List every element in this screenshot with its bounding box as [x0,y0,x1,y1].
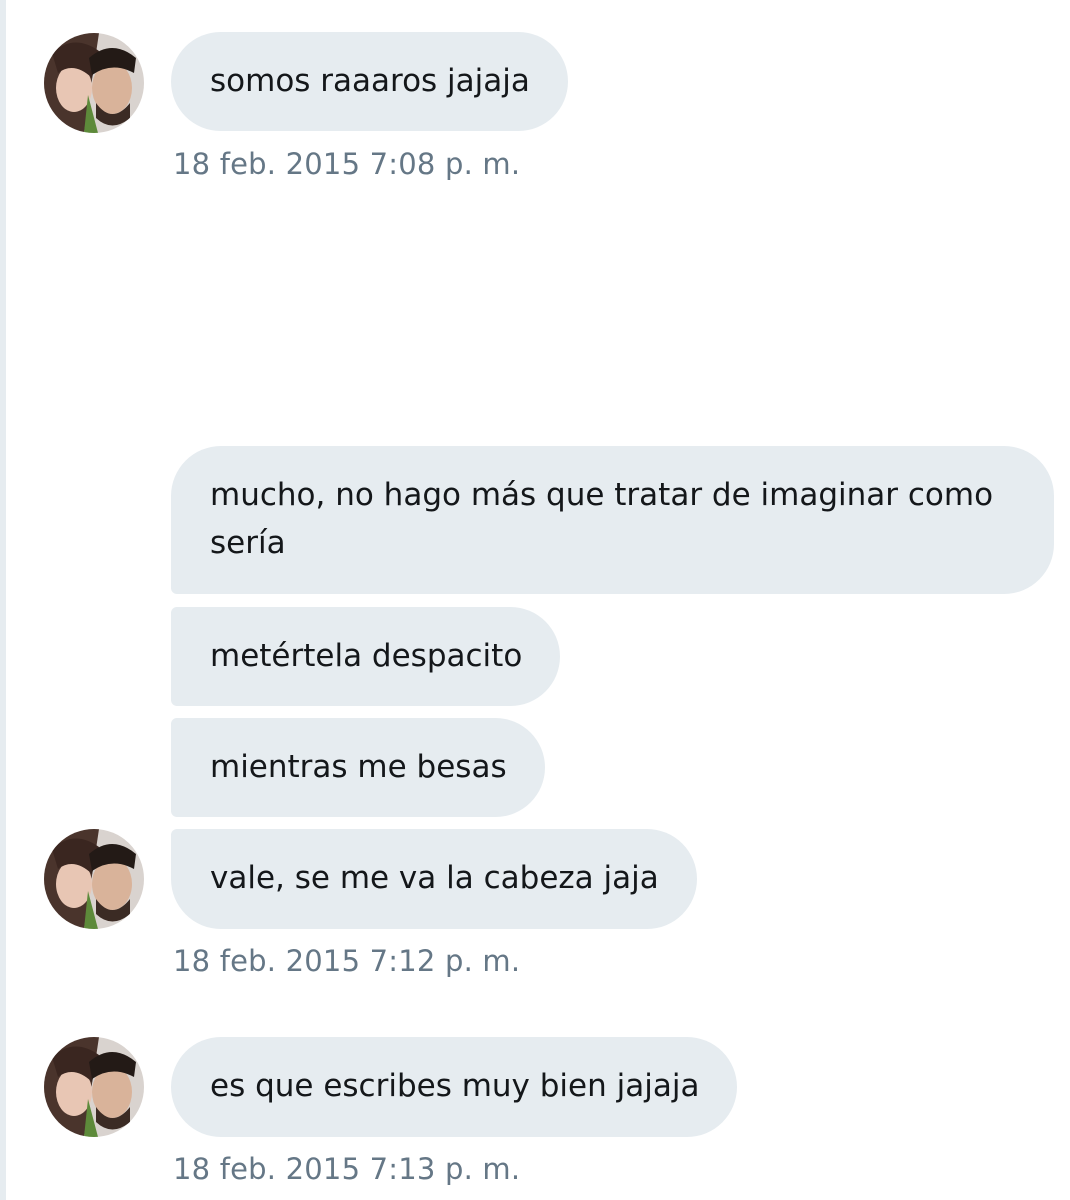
avatar[interactable] [44,1037,144,1137]
avatar[interactable] [44,33,144,133]
message-text: mientras me besas [210,749,507,785]
message-text: somos raaaros jajaja [210,63,530,99]
conversation-view: somos raaaros jajaja 18 feb. 2015 7:08 p… [0,0,1070,1200]
message-text: mucho, no hago más que tratar de imagina… [210,477,994,561]
left-panel-edge [0,0,6,1200]
message-timestamp[interactable]: 18 feb. 2015 7:12 p. m. [173,944,520,978]
message-bubble[interactable]: metértela despacito [171,607,561,706]
message-text: metértela despacito [210,638,523,674]
message-text: vale, se me va la cabeza jaja [210,860,659,896]
avatar-photo-icon [44,1037,144,1137]
message-text: es que escribes muy bien jajaja [210,1068,700,1104]
avatar-photo-icon [44,829,144,929]
message-bubble[interactable]: mucho, no hago más que tratar de imagina… [171,446,1054,594]
avatar[interactable] [44,829,144,929]
message-bubble[interactable]: mientras me besas [171,718,545,817]
message-timestamp[interactable]: 18 feb. 2015 7:13 p. m. [173,1152,520,1186]
message-timestamp[interactable]: 18 feb. 2015 7:08 p. m. [173,147,520,181]
message-bubble[interactable]: es que escribes muy bien jajaja [171,1037,738,1137]
message-bubble[interactable]: vale, se me va la cabeza jaja [171,829,697,929]
message-bubble[interactable]: somos raaaros jajaja [171,32,568,131]
avatar-photo-icon [44,33,144,133]
